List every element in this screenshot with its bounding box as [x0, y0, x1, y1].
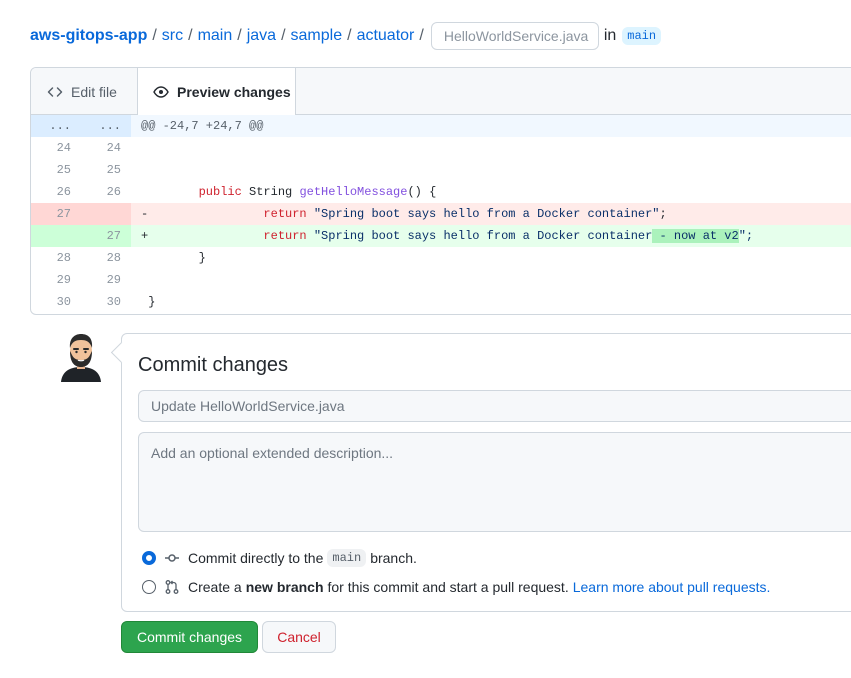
tab-edit-file[interactable]: Edit file [31, 68, 137, 115]
code-text: ; [659, 207, 667, 221]
new-line-number: 25 [106, 163, 121, 177]
new-line-number: 30 [106, 295, 121, 309]
tab-preview-label: Preview changes [177, 84, 291, 100]
old-line-number: 27 [56, 207, 71, 221]
breadcrumb-main[interactable]: main [198, 27, 233, 45]
git-commit-icon [165, 554, 179, 562]
option-direct-suffix: branch. [370, 550, 417, 566]
option-new-bold: new branch [245, 579, 324, 595]
diff-view: ... ... @@ -24,7 +24,7 @@ 24 24 25 25 26… [31, 115, 851, 313]
radio-new-branch[interactable] [142, 580, 156, 594]
breadcrumb-separator: / [347, 27, 352, 44]
breadcrumb-separator: / [237, 27, 242, 44]
radio-commit-direct[interactable] [142, 551, 156, 565]
commit-title: Commit changes [138, 354, 289, 376]
filename-input[interactable]: HelloWorldService.java [430, 22, 599, 50]
commit-description-textarea[interactable]: Add an optional extended description... [138, 432, 851, 532]
code-string: "Spring boot says hello from a Docker co… [306, 207, 660, 221]
cancel-button[interactable]: Cancel [262, 621, 336, 653]
new-line-number: 27 [106, 229, 121, 243]
code-keyword: public [198, 185, 242, 199]
diff-line-added: 27 + return "Spring boot says hello from… [31, 225, 851, 247]
diff-line-deleted: 27 - return "Spring boot says hello from… [31, 203, 851, 225]
new-line-number: 28 [106, 251, 121, 265]
breadcrumb-separator: / [152, 27, 157, 44]
option-direct-branch: main [327, 549, 367, 567]
diff-line: 26 26 public String getHelloMessage() { [31, 181, 851, 203]
breadcrumb-java[interactable]: java [247, 27, 276, 45]
git-pull-request-icon-wrap [164, 579, 180, 595]
breadcrumb-actuator[interactable]: actuator [357, 27, 415, 45]
line-code: } [141, 251, 206, 265]
user-avatar[interactable] [59, 330, 103, 382]
breadcrumb-separator: / [188, 27, 193, 44]
diff-line: 24 24 [31, 137, 851, 159]
added-text-highlight: - now at v2 [652, 229, 739, 243]
git-pull-request-icon [165, 580, 179, 594]
editor-tabs: Edit file Preview changes [31, 68, 851, 116]
eye-icon [153, 86, 169, 98]
hunk-text: @@ -24,7 +24,7 @@ [141, 119, 264, 133]
learn-more-link[interactable]: Learn more about pull requests. [573, 579, 771, 595]
code-keyword: return [263, 207, 307, 221]
code-icon [47, 86, 63, 97]
commit-summary-input[interactable]: Update HelloWorldService.java [138, 390, 851, 422]
breadcrumb-separator: / [281, 27, 286, 44]
option-commit-direct[interactable]: Commit directly to the main branch. [142, 548, 417, 568]
line-code: public String getHelloMessage() { [141, 181, 851, 203]
line-code: + return "Spring boot says hello from a … [141, 225, 851, 247]
line-code: - return "Spring boot says hello from a … [141, 203, 851, 225]
file-editor: Edit file Preview changes ... ... @@ -24… [30, 67, 851, 315]
breadcrumb: aws-gitops-app / src / main / java / sam… [30, 19, 662, 53]
diff-line: 25 25 [31, 159, 851, 181]
new-line-number: 29 [106, 273, 121, 287]
commit-changes-button[interactable]: Commit changes [121, 621, 258, 653]
diff-line: 30 30 } [31, 291, 851, 313]
code-text: () { [407, 185, 437, 199]
expand-right: ... [99, 119, 121, 133]
diff-line: 28 28 } [31, 247, 851, 269]
code-function: getHelloMessage [299, 185, 408, 199]
option-new-suffix: for this commit and start a pull request… [327, 579, 569, 595]
line-code: } [141, 295, 156, 309]
tab-preview-changes[interactable]: Preview changes [137, 68, 296, 116]
new-line-number: 24 [106, 141, 121, 155]
breadcrumb-src[interactable]: src [162, 27, 183, 45]
old-line-number: 28 [56, 251, 71, 265]
old-line-number: 29 [56, 273, 71, 287]
branch-badge: main [622, 27, 662, 45]
repo-link[interactable]: aws-gitops-app [30, 27, 147, 45]
breadcrumb-separator: / [419, 27, 424, 44]
tab-edit-label: Edit file [71, 83, 117, 100]
code-keyword: return [263, 229, 307, 243]
diff-line: 29 29 [31, 269, 851, 291]
code-string: "Spring boot says hello from a Docker co… [306, 229, 653, 243]
old-line-number: 24 [56, 141, 71, 155]
breadcrumb-sample[interactable]: sample [291, 27, 343, 45]
commit-panel: Commit changes Update HelloWorldService.… [121, 333, 851, 612]
old-line-number: 26 [56, 185, 71, 199]
in-label: in [603, 27, 617, 44]
option-new-branch[interactable]: Create a new branch for this commit and … [142, 577, 770, 597]
old-line-number: 25 [56, 163, 71, 177]
git-commit-icon-wrap [164, 550, 180, 566]
old-line-number: 30 [56, 295, 71, 309]
option-new-text: Create a [188, 579, 242, 595]
diff-hunk-header[interactable]: ... ... @@ -24,7 +24,7 @@ [31, 115, 851, 137]
code-string-end: "; [738, 229, 754, 243]
code-text: String [241, 185, 300, 199]
expand-left: ... [49, 119, 71, 133]
new-line-number: 26 [106, 185, 121, 199]
option-direct-text: Commit directly to the [188, 550, 324, 566]
